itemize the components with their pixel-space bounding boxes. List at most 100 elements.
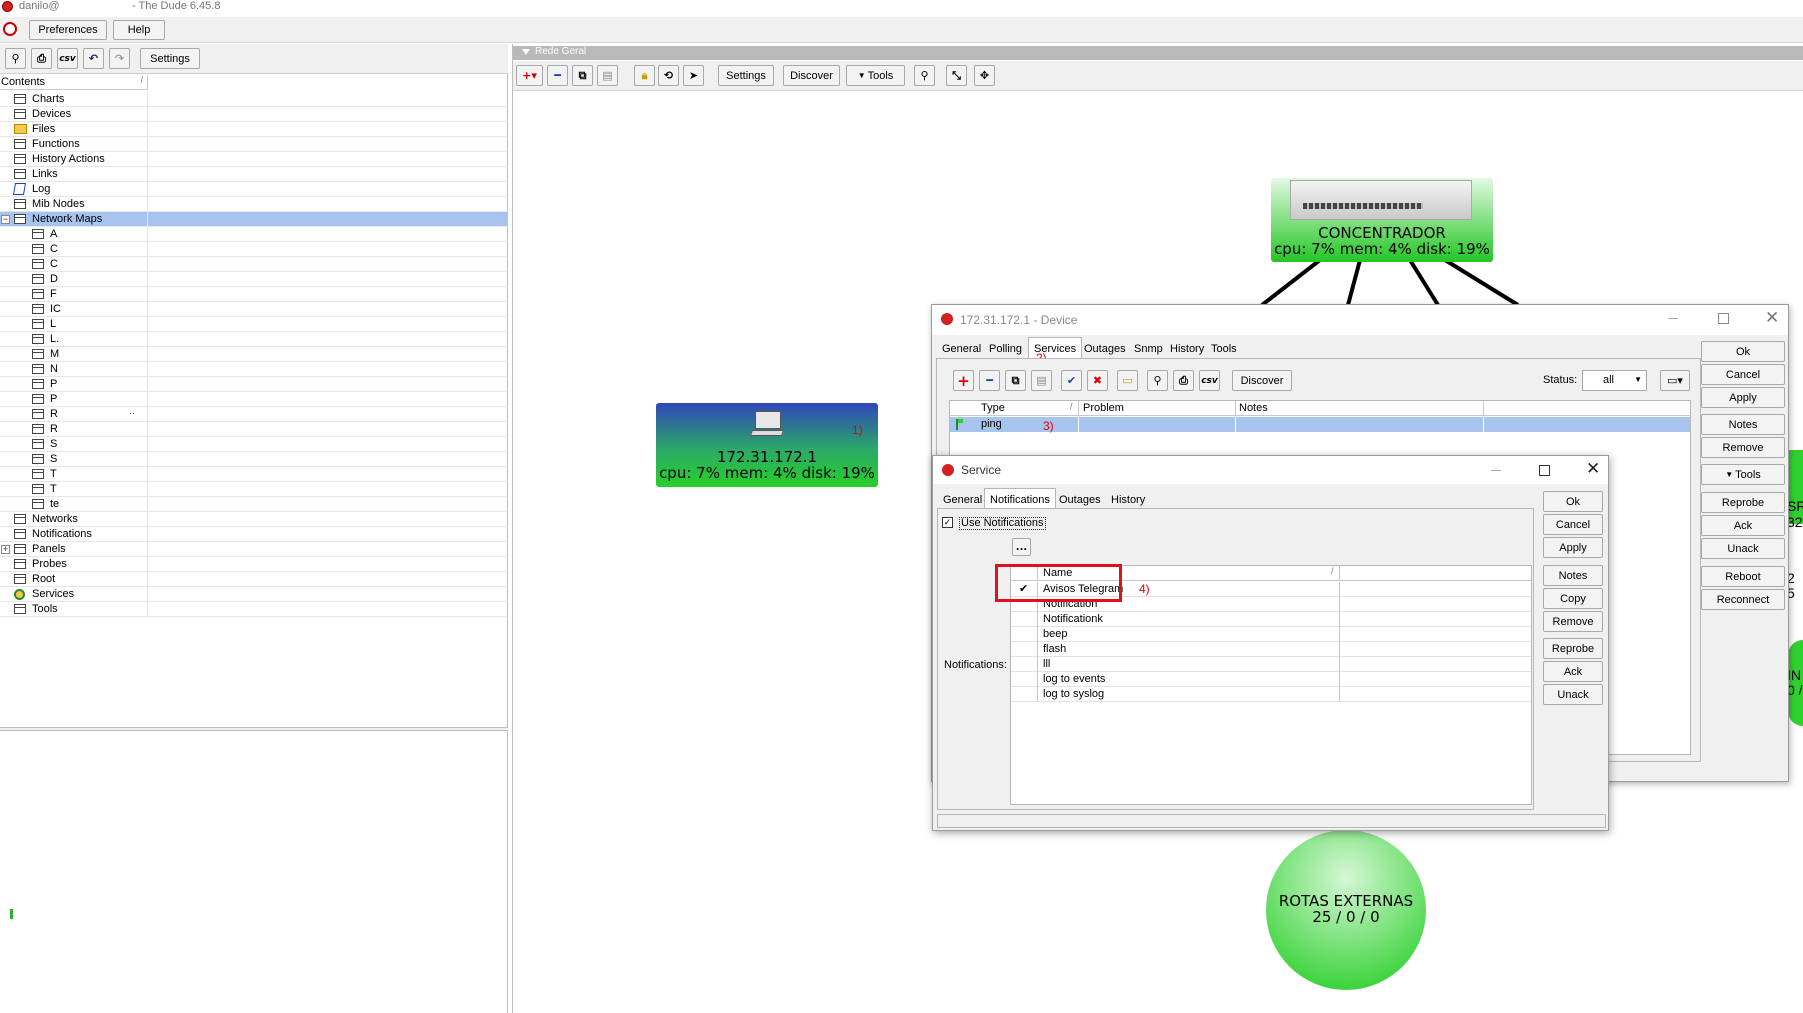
maximize-icon[interactable] [1539,465,1550,476]
collapse-arrow-icon[interactable] [522,49,530,55]
copy-service-icon[interactable]: ⧉ [1005,370,1026,391]
rotas-externas-node[interactable]: ROTAS EXTERNAS 25 / 0 / 0 [1266,830,1426,990]
help-menu[interactable]: Help [113,20,165,40]
notification-row[interactable]: log to syslog [1011,687,1531,702]
remove-icon[interactable]: ━ [547,65,568,86]
device-apply-button[interactable]: Apply [1701,387,1785,408]
col-problem[interactable]: Problem [1083,402,1124,414]
network-map-item[interactable]: N [0,362,508,377]
network-map-item[interactable]: L [0,317,508,332]
use-notifications-label[interactable]: Use Notifications [959,517,1046,530]
device-node[interactable]: 172.31.172.1 cpu: 7% mem: 4% disk: 19% 1… [656,403,878,487]
network-map-item[interactable]: te [0,497,508,512]
columns-icon[interactable]: ▭▾ [1660,370,1690,391]
service-tab-history[interactable]: History [1105,490,1151,510]
service-tab-notifications[interactable]: Notifications [984,488,1056,510]
network-map-item[interactable]: S [0,437,508,452]
service-apply-button[interactable]: Apply [1543,537,1603,558]
network-map-item[interactable]: R.. [0,405,508,422]
network-map-item[interactable]: F [0,287,508,302]
network-map-item[interactable]: R [0,422,508,437]
add-icon[interactable]: +▾ [516,65,543,86]
comment-icon[interactable]: ▭ [1117,370,1138,391]
device-tab-history[interactable]: History [1164,339,1210,359]
notification-row[interactable]: flash [1011,642,1531,657]
network-map-item[interactable]: P [0,392,508,407]
device-ok-button[interactable]: Ok [1701,341,1785,362]
network-map-item[interactable]: P [0,377,508,392]
network-map-item[interactable]: T [0,482,508,497]
tree-item-probes[interactable]: Probes [0,557,508,572]
network-map-item[interactable]: D [0,272,508,287]
tree-item-root[interactable]: Root [0,572,508,587]
table-row[interactable]: ping [950,417,1690,432]
notification-row[interactable]: beep [1011,627,1531,642]
network-map-item[interactable]: A [0,227,508,242]
service-cancel-button[interactable]: Cancel [1543,514,1603,535]
disconnect-icon[interactable] [3,22,17,36]
binoculars-icon[interactable]: ⚲ [914,65,935,86]
device-ack-button[interactable]: Ack [1701,515,1785,536]
service-remove-button[interactable]: Remove [1543,611,1603,632]
service-notes-button[interactable]: Notes [1543,565,1603,586]
col-notes[interactable]: Notes [1239,402,1268,414]
status-select[interactable]: all ▼ [1582,370,1647,391]
network-map-item[interactable]: IC [0,302,508,317]
tree-item-services[interactable]: Services [0,587,508,602]
device-unack-button[interactable]: Unack [1701,538,1785,559]
remove-service-icon[interactable]: ━ [979,370,1000,391]
maximize-icon[interactable] [1718,313,1729,324]
close-icon[interactable]: ✕ [1586,459,1600,479]
find-service-icon[interactable]: ⚲ [1147,370,1168,391]
service-ok-button[interactable]: Ok [1543,491,1603,512]
device-tab-tools[interactable]: Tools [1205,339,1243,359]
notification-row[interactable]: Notificationk [1011,612,1531,627]
service-discover-button[interactable]: Discover [1232,370,1292,391]
panel-divider[interactable] [0,727,508,731]
tree-item-networks[interactable]: Networks [0,512,508,527]
network-map-item[interactable]: M [0,347,508,362]
notification-row[interactable]: lll [1011,657,1531,672]
close-icon[interactable]: ✕ [1765,308,1779,328]
tree-item-log[interactable]: Log [0,182,508,197]
add-service-icon[interactable]: + [953,370,974,391]
pointer-icon[interactable]: ➤ [683,65,704,86]
tree-item-network-maps[interactable]: − Network Maps [0,212,508,227]
tree-item-notifications[interactable]: Notifications [0,527,508,542]
device-tab-outages[interactable]: Outages [1078,339,1132,359]
service-unack-button[interactable]: Unack [1543,684,1603,705]
device-reboot-button[interactable]: Reboot [1701,566,1785,587]
tree-item-devices[interactable]: Devices [0,107,508,122]
collapse-icon[interactable]: − [1,215,10,224]
lasso-icon[interactable]: ⟲ [658,65,679,86]
expand-icon[interactable]: + [1,545,10,554]
minimize-icon[interactable] [1491,470,1501,471]
use-notifications-checkbox[interactable]: ✓ [942,517,953,528]
device-tools-button[interactable]: ▼ Tools [1701,464,1785,485]
paste-service-icon[interactable]: ▤ [1031,370,1052,391]
network-map-item[interactable]: C [0,257,508,272]
tree-item-files[interactable]: Files [0,122,508,137]
redo-icon[interactable]: ↷ [109,48,130,69]
tree-item-mib-nodes[interactable]: Mib Nodes [0,197,508,212]
network-map-item[interactable]: S [0,452,508,467]
concentrador-node[interactable]: CONCENTRADOR cpu: 7% mem: 4% disk: 19% [1271,178,1493,262]
device-notes-button[interactable]: Notes [1701,414,1785,435]
map-tools-button[interactable]: ▼ Tools [846,65,905,86]
map-settings-button[interactable]: Settings [718,65,774,86]
notification-row[interactable]: log to events [1011,672,1531,687]
more-button[interactable]: ... [1012,538,1031,556]
tree-item-links[interactable]: Links [0,167,508,182]
network-map-item[interactable]: T [0,467,508,482]
print-service-icon[interactable]: ⎙ [1173,370,1194,391]
service-reprobe-button[interactable]: Reprobe [1543,638,1603,659]
service-tab-general[interactable]: General [937,490,988,510]
left-settings-button[interactable]: Settings [140,48,200,69]
tree-item-panels[interactable]: + Panels [0,542,508,557]
map-discover-button[interactable]: Discover [783,65,840,86]
fit-icon[interactable]: ⤡ [946,65,967,86]
undo-icon[interactable]: ↶ [83,48,104,69]
paste-icon[interactable]: ▤ [597,65,618,86]
ack-check-icon[interactable]: ✔ [1061,370,1082,391]
service-ack-button[interactable]: Ack [1543,661,1603,682]
